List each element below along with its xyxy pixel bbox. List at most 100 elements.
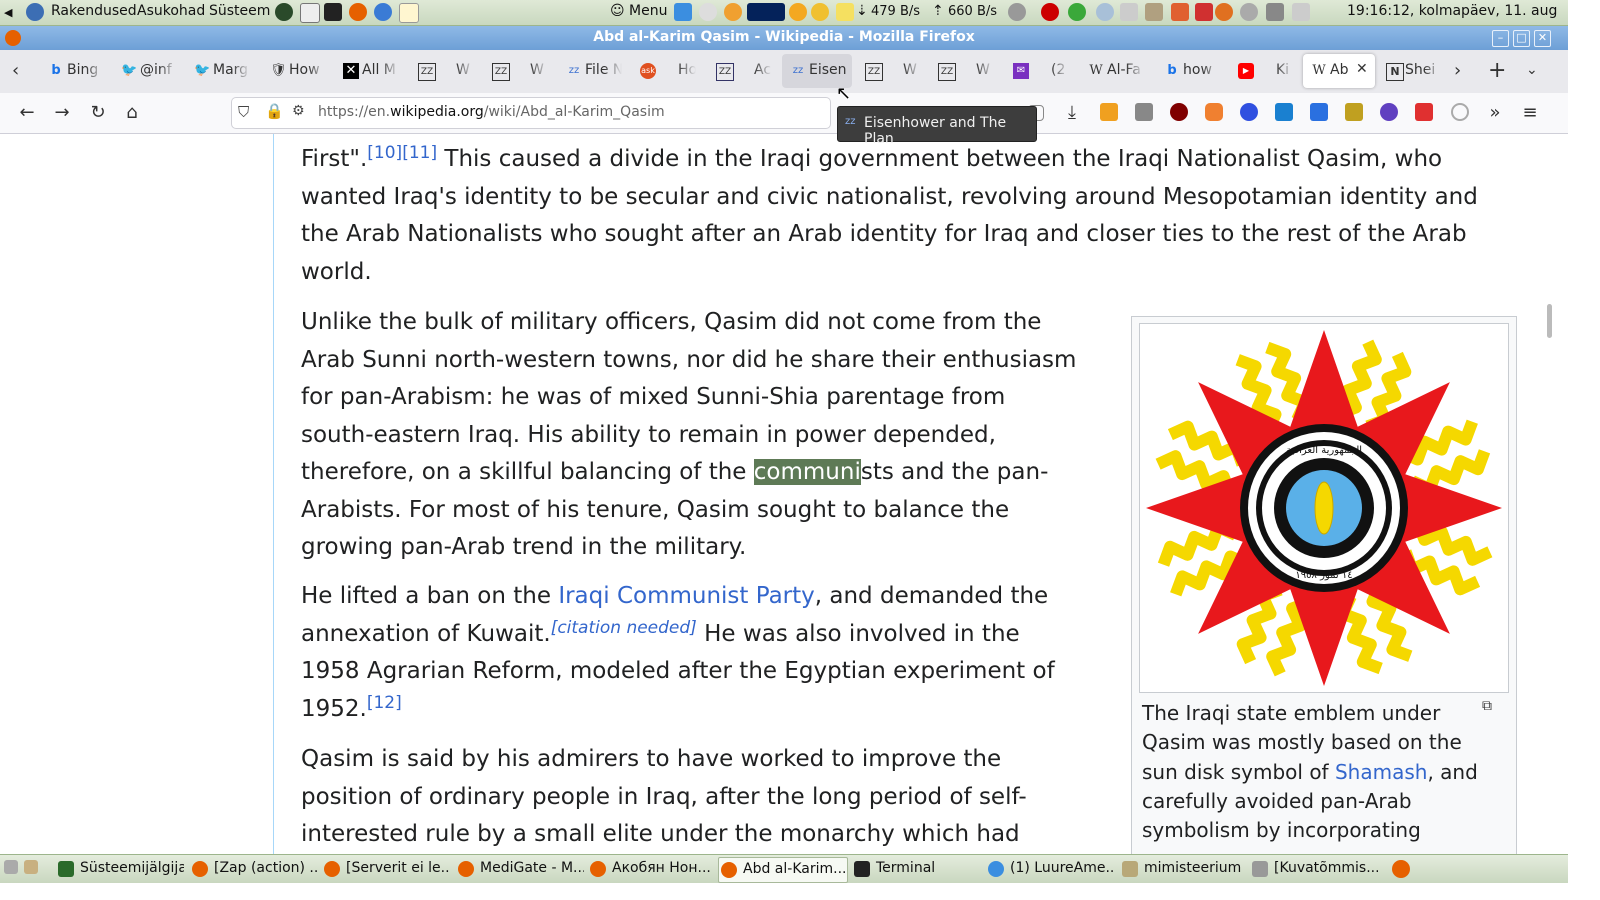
check-tray-icon[interactable]	[1068, 3, 1086, 21]
files-icon[interactable]	[300, 3, 320, 23]
close-window-button[interactable]: ✕	[1534, 30, 1551, 47]
link-shamash[interactable]: Shamash	[1335, 760, 1427, 784]
thunderbird-icon[interactable]	[374, 3, 392, 21]
tab-al-fa[interactable]: W Al-Fa	[1080, 54, 1144, 88]
text-editor-icon[interactable]	[399, 3, 419, 23]
task-terminal[interactable]: Terminal	[852, 857, 980, 881]
permissions-icon[interactable]: ⚙	[292, 103, 305, 119]
tab-shei[interactable]: N Shei	[1378, 54, 1442, 88]
tab-twitter-2[interactable]: 🐦 Marg	[186, 54, 250, 88]
tab-zz-3[interactable]: ZZ Ac	[708, 54, 772, 88]
tab-zz-5[interactable]: ZZ W	[930, 54, 994, 88]
new-tab-icon[interactable]: +	[1488, 58, 1506, 83]
sound-tray-icon[interactable]	[1240, 3, 1258, 21]
user-tray-icon[interactable]	[1292, 3, 1310, 21]
window-title-bar[interactable]: Abd al-Karim Qasim - Wikipedia - Mozilla…	[0, 26, 1568, 50]
extension-flag-icon[interactable]	[1310, 103, 1328, 121]
extension-orb-icon[interactable]	[1380, 103, 1398, 121]
tab-all-m[interactable]: ✕ All M	[335, 54, 399, 88]
sun-tray-icon[interactable]	[789, 3, 807, 21]
tab-zz-1[interactable]: ZZ W	[410, 54, 474, 88]
url-bar[interactable]: ⛉ 🔒 ⚙ https://en.wikipedia.org/wiki/Abd_…	[232, 98, 830, 128]
extension-chart-icon[interactable]	[1345, 103, 1363, 121]
link-iraqi-communist-party[interactable]: Iraqi Communist Party	[558, 583, 814, 609]
url-text[interactable]: https://en.wikipedia.org/wiki/Abd_al-Kar…	[318, 104, 665, 120]
tracking-shield-icon[interactable]: ⛉	[238, 103, 249, 121]
record-tray-icon[interactable]	[1041, 3, 1059, 21]
scrollbar-thumb[interactable]	[1547, 304, 1552, 338]
tab-ask[interactable]: ask Ho	[632, 54, 696, 88]
menu-applications[interactable]: Rakendused	[51, 3, 137, 19]
citation-needed[interactable]: [citation needed]	[551, 618, 697, 638]
power-icon[interactable]	[1451, 103, 1469, 121]
show-desktop-icon[interactable]	[4, 860, 18, 874]
extension-1-icon[interactable]	[1100, 103, 1118, 121]
calendar-tray-icon[interactable]	[1195, 3, 1213, 21]
weather2-tray-icon[interactable]	[1215, 3, 1233, 21]
ublock-icon[interactable]	[1170, 103, 1188, 121]
clipboard-tray-icon[interactable]	[1120, 3, 1138, 21]
task-mimisteerium[interactable]: mimisteerium	[1120, 857, 1248, 881]
display-tray-icon[interactable]	[1266, 3, 1284, 21]
task-luureame[interactable]: (1) LuureAme...	[986, 857, 1114, 881]
back-button[interactable]: ←	[15, 101, 39, 125]
checkbox-tray-icon[interactable]	[674, 3, 692, 21]
citation-10[interactable]: [10]	[367, 143, 402, 163]
globe-icon[interactable]	[275, 3, 293, 21]
menu-system[interactable]: Süsteem	[209, 3, 270, 19]
overflow-menu-icon[interactable]: »	[1483, 101, 1507, 125]
package-tray-icon[interactable]	[1145, 3, 1163, 21]
reload-button[interactable]: ↻	[86, 101, 110, 125]
shield-tray-icon[interactable]	[1171, 3, 1189, 21]
citation-12[interactable]: [12]	[367, 693, 402, 713]
maximize-button[interactable]: □	[1513, 30, 1530, 47]
tab-mail[interactable]: ✉ (2	[1005, 54, 1069, 88]
emblem-image-frame[interactable]: الجمهورية العراقية ١٤ تموز ١٩٥٨	[1139, 323, 1509, 693]
clock[interactable]: 19:16:12, kolmapäev, 11. aug	[1347, 3, 1557, 19]
iraqi-emblem-image[interactable]: الجمهورية العراقية ١٤ تموز ١٩٥٨	[1140, 324, 1508, 692]
extension-red-icon[interactable]	[1415, 103, 1433, 121]
tabs-scroll-left-icon[interactable]: ‹	[12, 60, 19, 81]
menu-places[interactable]: Asukohad	[137, 3, 205, 19]
home-button[interactable]: ⌂	[120, 101, 144, 125]
tab-twitter-1[interactable]: 🐦 @inf	[113, 54, 177, 88]
downloads-button[interactable]: ⤓	[1060, 101, 1084, 125]
search-tray-icon[interactable]	[811, 3, 829, 21]
hamburger-menu-icon[interactable]: ≡	[1518, 101, 1542, 125]
close-tab-icon[interactable]: ✕	[1356, 61, 1368, 77]
link-extension-icon[interactable]	[1240, 103, 1258, 121]
volume-tray-icon[interactable]	[1008, 3, 1026, 21]
panel-arrow-icon[interactable]: ◀	[4, 6, 12, 19]
workspace-icon[interactable]	[24, 860, 38, 874]
notes-tray-icon[interactable]	[836, 3, 854, 21]
task-medigate[interactable]: MediGate - M...	[456, 857, 584, 881]
task-abd-al-karim[interactable]: Abd al-Karim...	[718, 857, 848, 883]
fedora-icon[interactable]	[26, 3, 44, 21]
task-kuvatommis[interactable]: [Kuvatõmmis...	[1250, 857, 1378, 881]
weather-tray-icon[interactable]	[724, 3, 742, 21]
firefox-taskbar-icon[interactable]	[1392, 860, 1410, 878]
lock-icon[interactable]: 🔒	[265, 102, 284, 120]
tab-zz-2[interactable]: ZZ W	[484, 54, 548, 88]
task-system-monitor[interactable]: Süsteemijälgija	[56, 857, 184, 881]
menu-label[interactable]: Menu	[629, 3, 667, 19]
forward-button[interactable]: →	[50, 101, 74, 125]
tab-zz-4[interactable]: ZZ W	[857, 54, 921, 88]
task-serverit[interactable]: [Serverit ei le...	[322, 857, 450, 881]
list-tabs-icon[interactable]: ⌄	[1526, 62, 1538, 78]
extension-t-icon[interactable]	[1275, 103, 1293, 121]
tab-how[interactable]: 🛡 How	[262, 54, 326, 88]
task-zap-action[interactable]: [Zap (action) ...	[190, 857, 318, 881]
clock-tray-icon[interactable]	[699, 3, 717, 21]
tabs-scroll-right-icon[interactable]: ›	[1454, 60, 1461, 81]
tab-abd-al-karim[interactable]: W Ab ✕	[1303, 54, 1375, 88]
tab-file-n[interactable]: zz File N	[558, 54, 622, 88]
minimize-button[interactable]: –	[1492, 30, 1509, 47]
tab-bing[interactable]: b Bing	[40, 54, 104, 88]
metamask-icon[interactable]	[1205, 103, 1223, 121]
extension-2-icon[interactable]	[1135, 103, 1153, 121]
firefox-launcher-icon[interactable]	[349, 3, 367, 21]
menu-icon[interactable]: ☺	[610, 3, 625, 19]
citation-11[interactable]: [11]	[402, 143, 437, 163]
task-akobyan[interactable]: Акобян Нон...	[588, 857, 716, 881]
